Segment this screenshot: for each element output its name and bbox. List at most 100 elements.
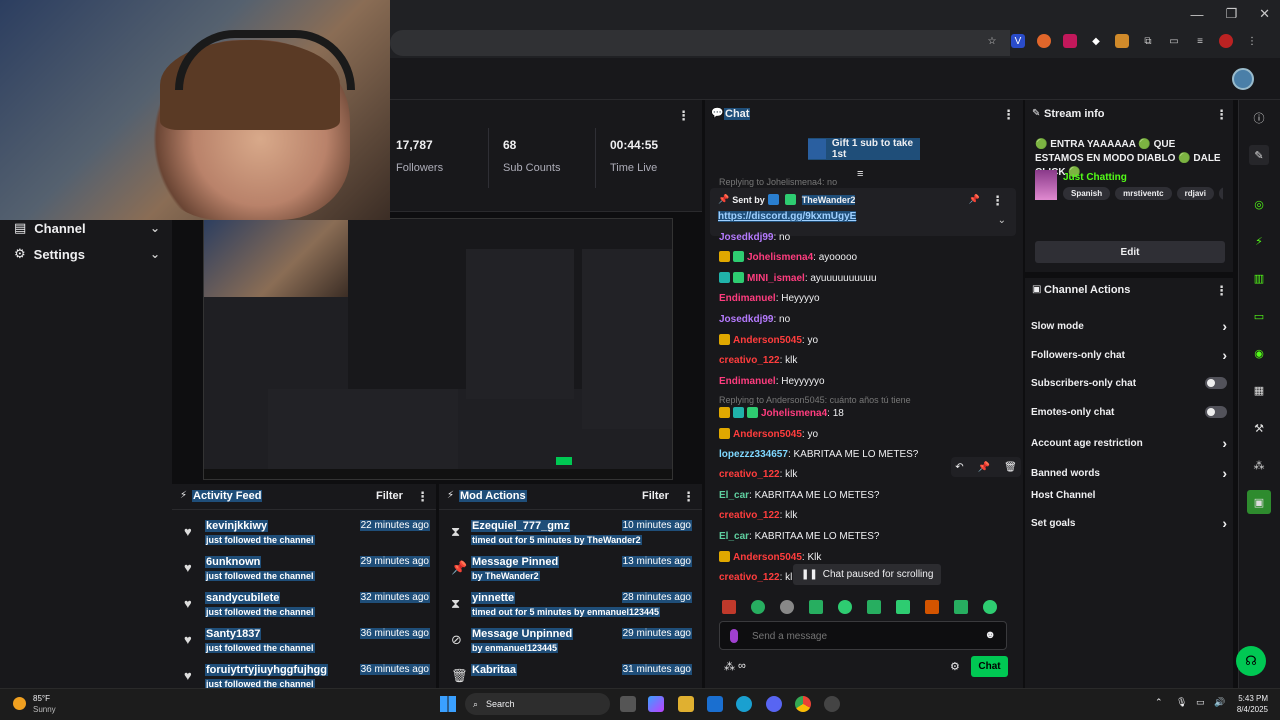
close-button[interactable]: ✕ (1259, 6, 1270, 22)
wrench-icon[interactable]: ⚒ (1249, 418, 1269, 438)
pin-icon[interactable]: 📌 (978, 462, 990, 473)
clock-date[interactable]: 8/4/2025 (1232, 705, 1268, 714)
clock-time[interactable]: 5:43 PM (1232, 694, 1268, 703)
tag[interactable]: Spanish (1063, 187, 1111, 200)
emote-icon[interactable] (751, 600, 765, 614)
more-options-icon[interactable]: ⋮ (416, 489, 429, 505)
more-options-icon[interactable]: ⋮ (1002, 107, 1015, 123)
chat-username[interactable]: Johelismena4 (761, 408, 827, 419)
menu-icon[interactable]: ⋮ (1245, 34, 1259, 48)
message-field[interactable] (752, 628, 972, 644)
emote-icon[interactable] (983, 600, 997, 614)
nav-item-channel[interactable]: ▤ Channel ⌄ (14, 220, 160, 236)
weather-desc[interactable]: Sunny (33, 705, 56, 714)
extension-icon[interactable]: ◆ (1089, 34, 1103, 48)
weather-temp[interactable]: 85°F (33, 694, 50, 703)
tag[interactable]: mrstiventc (1115, 187, 1172, 200)
emote-icon[interactable] (896, 600, 910, 614)
chat-username[interactable]: creativo_122 (719, 572, 780, 583)
filter-button[interactable]: Filter (642, 490, 669, 502)
emote-icon[interactable] (838, 600, 852, 614)
sidebar-icon[interactable]: ▭ (1167, 34, 1181, 48)
chat-username[interactable]: MINI_ismael (747, 273, 805, 284)
chat-paused-indicator[interactable]: ❚❚ Chat paused for scrolling (793, 564, 942, 585)
extension-icon[interactable] (1037, 34, 1051, 48)
channel-action-row[interactable]: Emotes-only chat (1031, 406, 1227, 418)
obs-icon[interactable] (824, 696, 840, 712)
target-icon[interactable]: ◎ (1249, 194, 1269, 214)
emote-icon[interactable] (925, 600, 939, 614)
mic-icon[interactable]: 🎙 (1176, 697, 1187, 708)
table-icon[interactable]: ▦ (1249, 380, 1269, 400)
channel-action-row[interactable]: Banned words › (1031, 465, 1227, 481)
emoji-icon[interactable]: ☻ (984, 629, 996, 641)
more-options-icon[interactable]: ⋮ (677, 108, 690, 124)
pinned-link[interactable]: https://discord.gg/9kxmUgyE (718, 211, 857, 222)
chevron-up-icon[interactable]: ⌃ (1155, 697, 1163, 708)
channel-action-row[interactable]: Host Channel (1031, 490, 1227, 501)
volume-icon[interactable]: 🔊 (1214, 697, 1225, 708)
chat-username[interactable]: creativo_122 (719, 510, 780, 521)
chat-username[interactable]: Josedkdj99 (719, 314, 773, 325)
puzzle-icon[interactable]: ⧉ (1141, 34, 1155, 48)
chat-username[interactable]: Endimanuel (719, 376, 776, 387)
file-explorer-icon[interactable] (678, 696, 694, 712)
chat-username[interactable]: Endimanuel (719, 293, 776, 304)
reply-icon[interactable]: ↶ (955, 462, 963, 473)
windows-start-icon[interactable] (440, 696, 456, 712)
tag[interactable]: spa (1218, 187, 1223, 200)
infinity-icon[interactable]: ∞ (738, 660, 746, 672)
chat-username[interactable]: creativo_122 (719, 355, 780, 366)
network-icon[interactable]: ▭ (1196, 697, 1205, 708)
category-link[interactable]: Just Chatting (1063, 172, 1127, 183)
outlook-icon[interactable] (707, 696, 723, 712)
channel-action-row[interactable]: Subscribers-only chat (1031, 377, 1227, 389)
document-icon[interactable]: ▥ (1249, 268, 1269, 288)
chevron-down-icon[interactable]: ⌄ (998, 215, 1006, 226)
filter-button[interactable]: Filter (376, 490, 403, 502)
info-icon[interactable]: ⓘ (1249, 108, 1269, 128)
emote-icon[interactable] (809, 600, 823, 614)
chat-input[interactable]: ☻ (719, 621, 1007, 650)
gear-icon[interactable]: ⚙ (950, 660, 960, 673)
trash-icon[interactable]: 🗑 (1004, 462, 1017, 473)
chat-username[interactable]: El_car (719, 490, 749, 501)
maximize-button[interactable]: ❐ (1225, 6, 1237, 22)
extension-icon[interactable]: V (1011, 34, 1025, 48)
gift-sub-button[interactable]: Gift 1 sub to take 1st (808, 138, 920, 160)
profile-icon[interactable] (1219, 34, 1233, 48)
address-bar[interactable] (390, 30, 1010, 56)
edit-button[interactable]: Edit (1035, 241, 1225, 263)
chat-username[interactable]: creativo_122 (719, 469, 780, 480)
extension-icon[interactable] (1115, 34, 1129, 48)
taskbar-search[interactable]: ⌕ Search (465, 693, 610, 715)
minimize-button[interactable]: — (1190, 7, 1203, 22)
nav-item-settings[interactable]: ⚙ Settings ⌄ (14, 246, 160, 262)
tag[interactable]: rdjavi (1176, 187, 1214, 200)
emote-icon[interactable] (867, 600, 881, 614)
bolt-icon[interactable]: ⚡ (1249, 231, 1269, 251)
support-icon[interactable]: ☊ (1236, 646, 1266, 676)
chat-username[interactable]: Anderson5045 (733, 429, 802, 440)
channel-action-row[interactable]: Set goals › (1031, 515, 1227, 531)
emote-icon[interactable] (954, 600, 968, 614)
chat-username[interactable]: Johelismena4 (747, 252, 813, 263)
chat-username[interactable]: Anderson5045 (733, 552, 802, 563)
collapse-icon[interactable]: ≡ (857, 168, 863, 180)
edge-icon[interactable] (736, 696, 752, 712)
channel-action-row[interactable]: Account age restriction › (1031, 435, 1227, 451)
users-icon[interactable]: ⁂ (1249, 455, 1269, 475)
pin-icon[interactable]: 📌 (969, 194, 980, 205)
chat-icon[interactable]: ▭ (1249, 306, 1269, 326)
more-options-icon[interactable]: ⋮ (991, 193, 1004, 209)
more-options-icon[interactable]: ⋮ (1215, 283, 1228, 299)
taskview-icon[interactable] (620, 696, 636, 712)
pencil-icon[interactable]: ✎ (1249, 145, 1269, 165)
chat-username[interactable]: Josedkdj99 (719, 232, 773, 243)
discord-icon[interactable] (766, 696, 782, 712)
app-icon[interactable]: ▣ (1247, 490, 1271, 514)
channel-action-row[interactable]: Followers-only chat › (1031, 347, 1227, 363)
chat-send-button[interactable]: Chat (971, 656, 1008, 677)
emote-icon[interactable] (722, 600, 736, 614)
chrome-icon[interactable] (795, 696, 811, 712)
